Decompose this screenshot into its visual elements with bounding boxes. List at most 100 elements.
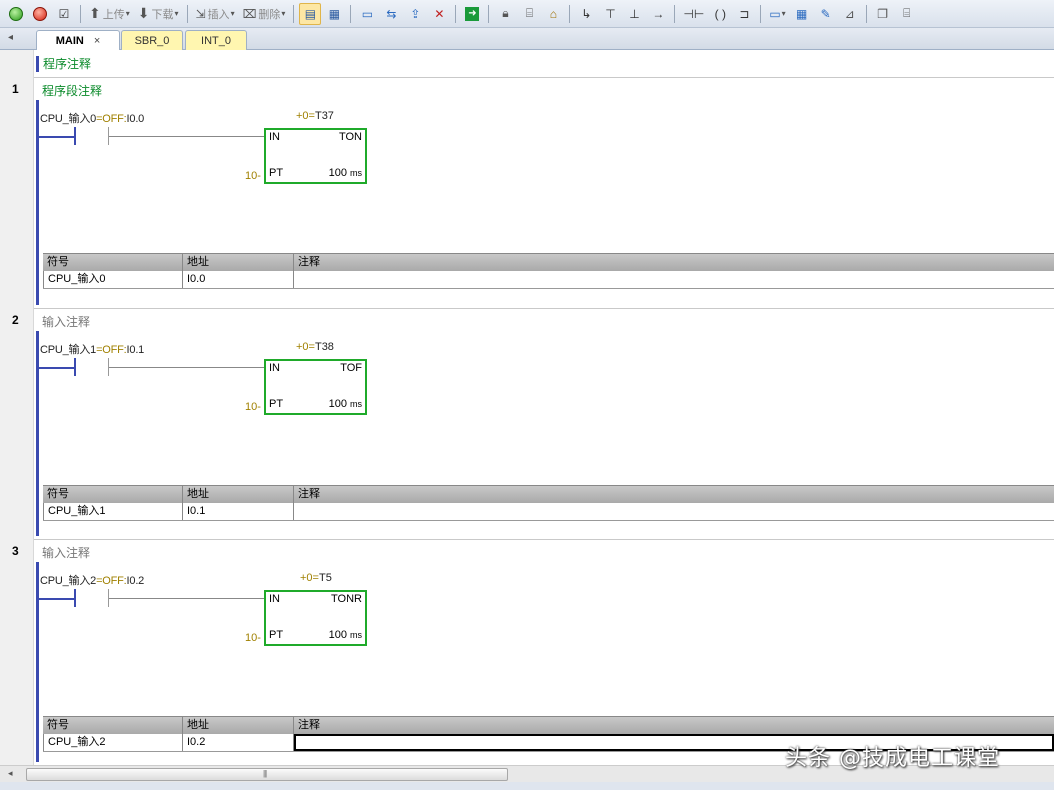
cell-comment[interactable] [294,271,1054,288]
view-button[interactable]: ▭ ▾ [766,3,788,25]
symbol-table-icon: ▦ [796,6,808,21]
line-down-button[interactable]: ⊤ [599,3,621,25]
box-button[interactable]: ⊐ [733,3,755,25]
lock-button[interactable]: 🔒︎ [494,3,516,25]
contact-label: CPU_输入2=OFF:I0.2 [40,575,145,587]
status-chart-button[interactable]: ▦ [323,3,345,25]
network-2[interactable]: 2 输入注释 CPU_输入1=OFF:I0.1 +0=T38 IN TOF PT… [0,309,1054,539]
line-down-icon: ⊤ [605,6,616,21]
close-icon[interactable]: × [94,35,100,47]
symbol-table-header: 符号 地址 注释 [43,716,1054,734]
pou-button[interactable]: ❐ [872,3,894,25]
contact-left-bar[interactable] [74,127,76,145]
unlock-button[interactable]: ⌂ [542,3,564,25]
save-icon: ⇪ [410,6,421,21]
network-comment[interactable]: 输入注释 [42,313,90,330]
cell-address[interactable]: I0.0 [183,271,294,288]
network-1[interactable]: 1 程序段注释 CPU_输入0=OFF:I0.0 +0=T37 IN TON P… [0,78,1054,308]
program-status-icon: ▤ [304,6,317,21]
delete-icon: ⌧ [242,6,257,21]
contact-left-bar[interactable] [74,358,76,376]
tab-label: SBR_0 [134,34,170,47]
pt-value[interactable]: 10- [245,401,261,413]
scrollbar-thumb[interactable]: ||| [26,768,508,781]
header-symbol: 符号 [43,254,183,271]
toolbar-separator [865,4,867,23]
program-status-button[interactable]: ▤ [299,2,322,25]
timer-resolution: 100 ms [328,629,362,641]
tab-scroll-left-icon[interactable]: ◂ [8,32,13,43]
power-rail [36,562,39,762]
compile-button[interactable]: ☑ [53,3,75,25]
pt-value[interactable]: 10- [245,632,261,644]
network-comment[interactable]: 程序段注释 [42,82,102,99]
timer-pt-label: PT [269,629,284,641]
timer-box-tof[interactable]: IN TOF PT 100 ms [264,359,367,415]
scroll-left-icon[interactable]: ◂ [8,768,13,779]
line-up-button[interactable]: ⊥ [623,3,645,25]
run-button[interactable] [5,3,27,25]
symbol-table-button[interactable]: ▦ [791,3,813,25]
insert-icon: ⇲ [195,6,206,21]
table-row[interactable]: CPU_输入0 I0.0 [43,271,1054,289]
library-button[interactable]: ⌸ [896,3,918,25]
cell-symbol[interactable]: CPU_输入2 [43,734,183,751]
clear-button[interactable]: ✕ [428,3,450,25]
coil-icon: ( ) [714,6,726,21]
go-button[interactable]: ➜ [461,3,483,25]
cell-address[interactable]: I0.2 [183,734,294,751]
header-comment: 注释 [298,488,320,500]
coil-button[interactable]: ( ) [709,3,731,25]
delete-button[interactable]: ⌧ 删除 ▾ [240,3,289,25]
contact-left-bar[interactable] [74,589,76,607]
cell-comment[interactable] [294,503,1054,520]
open-icon: ⇆ [386,6,397,21]
network-comment[interactable]: 输入注释 [42,544,90,561]
symbol-table: 符号 地址 注释 CPU_输入0 I0.0 [43,253,1054,289]
open-button[interactable]: ⇆ [380,3,402,25]
network-3[interactable]: 3 输入注释 CPU_输入2=OFF:I0.2 +0=T5 IN TONR PT… [0,540,1054,765]
cell-address[interactable]: I0.1 [183,503,294,520]
upload-button[interactable]: ⬆ 上传 ▾ [86,3,133,25]
timer-in-label: IN [269,362,280,374]
contact-button[interactable]: ⊣⊢ [680,3,707,25]
table-row[interactable]: CPU_输入1 I0.1 [43,503,1054,521]
power-rail [36,100,39,305]
network-number: 1 [12,82,19,96]
symbol-table-header: 符号 地址 注释 [43,485,1054,503]
tab-sbr0[interactable]: SBR_0 [121,30,183,50]
symbol-table: 符号 地址 注释 CPU_输入1 I0.1 [43,485,1054,521]
cell-symbol[interactable]: CPU_输入1 [43,503,183,520]
program-comment[interactable]: 程序注释 [36,56,91,72]
pou-icon: ❐ [877,6,889,21]
header-address: 地址 [183,254,294,271]
properties-button[interactable]: ⊿ [839,3,861,25]
run-icon [9,6,23,21]
cell-symbol[interactable]: CPU_输入0 [43,271,183,288]
toolbar-separator [760,4,762,23]
pt-value[interactable]: 10- [245,170,261,182]
download-button[interactable]: ⬇ 下载 ▾ [135,3,182,25]
toolbar-separator [186,4,188,23]
toolbar-separator [455,4,457,23]
ladder-editor[interactable]: 程序注释 1 程序段注释 CPU_输入0=OFF:I0.0 +0=T37 IN … [0,50,1054,765]
network-number: 2 [12,313,19,327]
header-comment: 注释 [298,719,320,731]
tab-main[interactable]: MAIN × [36,30,120,51]
lock-all-button[interactable]: ⌸ [518,3,540,25]
down-arrow-icon: ⬇ [137,5,150,21]
edit-comment-button[interactable]: ✎ [815,3,837,25]
tab-label: INT_0 [201,34,231,47]
tab-int0[interactable]: INT_0 [185,30,247,50]
stop-button[interactable] [29,3,51,25]
insert-button[interactable]: ⇲ 插入 ▾ [193,3,238,25]
timer-box-ton[interactable]: IN TON PT 100 ms [264,128,367,184]
clear-icon: ✕ [434,6,445,21]
line-right-icon: → [652,6,665,21]
save-button[interactable]: ⇪ [404,3,426,25]
window-button[interactable]: ▭ [356,3,378,25]
timer-box-tonr[interactable]: IN TONR PT 100 ms [264,590,367,646]
branch-down-button[interactable]: ↳ [575,3,597,25]
rail-wire [38,136,74,138]
line-right-button[interactable]: → [647,3,669,25]
